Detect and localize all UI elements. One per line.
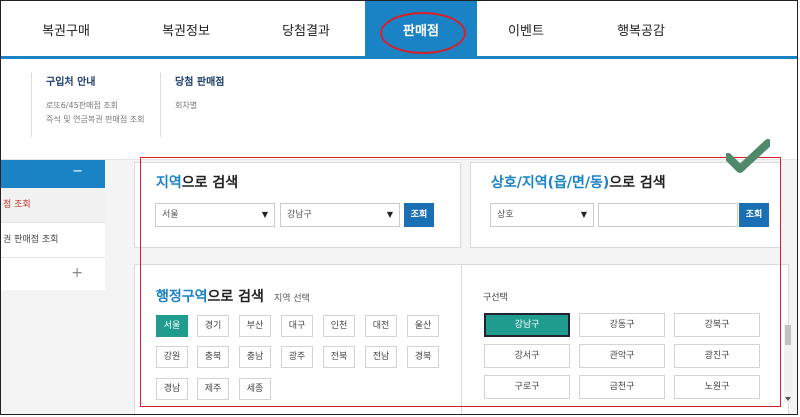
region-tag[interactable]: 전남 bbox=[365, 346, 397, 368]
gu-option-gangnam[interactable]: 강남구 bbox=[484, 313, 570, 337]
admin-search-title: 행정구역으로 검색 지역 선택 bbox=[156, 289, 310, 305]
shop-search-button[interactable]: 조회 bbox=[739, 203, 769, 227]
check-mark-icon bbox=[726, 139, 770, 173]
nav-item-happy[interactable]: 행복공감 bbox=[586, 1, 696, 56]
gu-option[interactable]: 강동구 bbox=[579, 313, 665, 337]
region-tag[interactable]: 세종 bbox=[239, 378, 271, 400]
shop-search-title: 상호/지역(읍/면/동)으로 검색 bbox=[491, 175, 666, 191]
gu-option[interactable]: 광진구 bbox=[674, 344, 760, 368]
gu-option[interactable]: 금천구 bbox=[579, 375, 665, 399]
gu-option[interactable]: 관악구 bbox=[579, 344, 665, 368]
region-tag[interactable]: 대구 bbox=[281, 315, 313, 337]
region-tag[interactable]: 경북 bbox=[407, 346, 439, 368]
submenu-purchase-guide: 구입처 안내 로또6/45판매점 조회 즉석 및 연금복권 판매점 조회 bbox=[31, 73, 156, 137]
sidebar: − 점 조회 권 판매점 조회 + bbox=[1, 160, 105, 290]
region-search-title: 지역으로 검색 bbox=[156, 175, 239, 191]
region-tag[interactable]: 울산 bbox=[407, 315, 439, 337]
dropdown-caret-icon: ▼ bbox=[580, 210, 587, 219]
top-navigation: 복권구매 복권정보 당첨결과 판매점 이벤트 행복공감 bbox=[1, 1, 797, 59]
region-tag[interactable]: 충북 bbox=[197, 346, 229, 368]
shop-search-input[interactable] bbox=[598, 203, 738, 227]
dropdown-caret-icon: ▼ bbox=[261, 210, 268, 219]
region-tag[interactable]: 대전 bbox=[365, 315, 397, 337]
region-tag[interactable]: 경남 bbox=[156, 378, 188, 400]
panel-divider bbox=[461, 265, 462, 414]
gu-select-label: 구선택 bbox=[483, 293, 508, 303]
nav-item-event[interactable]: 이벤트 bbox=[471, 1, 581, 56]
gu-option[interactable]: 구로구 bbox=[484, 375, 570, 399]
region-tag[interactable]: 충남 bbox=[239, 346, 271, 368]
region-tag-seoul[interactable]: 서울 bbox=[156, 315, 188, 337]
region-tag[interactable]: 인천 bbox=[323, 315, 355, 337]
region-tag[interactable]: 광주 bbox=[281, 346, 313, 368]
submenu-link-round[interactable]: 회차별 bbox=[175, 100, 285, 111]
submenu-heading: 당첨 판매점 bbox=[175, 77, 225, 88]
annotation-circle bbox=[380, 12, 466, 54]
submenu-link-instant[interactable]: 즉석 및 연금복권 판매점 조회 bbox=[46, 114, 156, 125]
sidebar-collapse-toggle[interactable]: − bbox=[1, 160, 105, 188]
dropdown-caret-icon: ▼ bbox=[386, 210, 393, 219]
gu-option[interactable]: 노원구 bbox=[674, 375, 760, 399]
nav-item-buy[interactable]: 복권구매 bbox=[11, 1, 121, 56]
submenu-heading: 구입처 안내 bbox=[46, 77, 96, 88]
sido-select[interactable]: 서울 ▼ bbox=[155, 203, 275, 227]
browser-frame: 복권구매 복권정보 당첨결과 판매점 이벤트 행복공감 구입처 안내 로또6/4… bbox=[0, 0, 798, 415]
gu-option[interactable]: 강북구 bbox=[674, 313, 760, 337]
submenu-winning-store: 당첨 판매점 회차별 bbox=[160, 73, 285, 137]
submenu-panel: 구입처 안내 로또6/45판매점 조회 즉석 및 연금복권 판매점 조회 당첨 … bbox=[1, 59, 797, 160]
gu-list-scrollbar[interactable] bbox=[781, 323, 795, 403]
region-tag[interactable]: 경기 bbox=[197, 315, 229, 337]
gugun-select[interactable]: 강남구 ▼ bbox=[280, 203, 400, 227]
region-tag[interactable]: 전북 bbox=[323, 346, 355, 368]
submenu-link-lotto[interactable]: 로또6/45판매점 조회 bbox=[46, 100, 156, 111]
shop-type-select[interactable]: 상호 ▼ bbox=[490, 203, 594, 227]
sidebar-expand-icon[interactable]: + bbox=[1, 258, 105, 292]
sidebar-item-instant-store[interactable]: 권 판매점 조회 bbox=[1, 223, 105, 258]
region-tag[interactable]: 강원 bbox=[156, 346, 188, 368]
gu-option[interactable]: 강서구 bbox=[484, 344, 570, 368]
region-tag[interactable]: 부산 bbox=[239, 315, 271, 337]
sidebar-item-lotto-store[interactable]: 점 조회 bbox=[1, 188, 105, 223]
nav-item-results[interactable]: 당첨결과 bbox=[251, 1, 361, 56]
region-search-button[interactable]: 조회 bbox=[404, 203, 434, 227]
nav-item-info[interactable]: 복권정보 bbox=[131, 1, 241, 56]
region-tag[interactable]: 제주 bbox=[197, 378, 229, 400]
